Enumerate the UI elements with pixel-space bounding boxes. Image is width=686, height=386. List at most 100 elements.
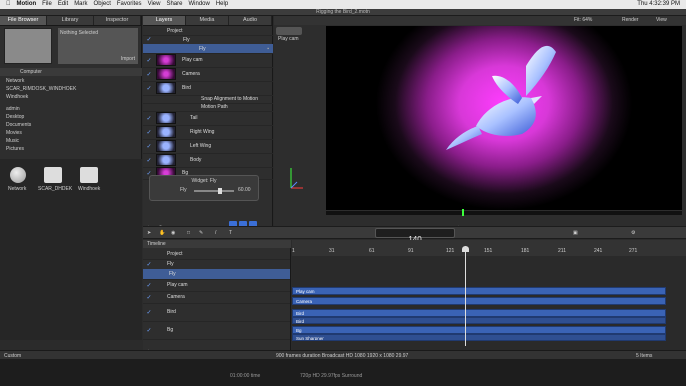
layer-row[interactable]: ✓ Body (143, 153, 273, 168)
canvas-viewport[interactable] (326, 26, 682, 210)
playhead[interactable] (465, 246, 466, 346)
source-item[interactable]: Network (6, 78, 24, 84)
text-tool-icon[interactable]: T (229, 230, 232, 236)
timeline-tracks[interactable]: 1 31 61 91 121 151 181 211 241 271 Play … (292, 240, 686, 350)
layer-thumbnail (156, 126, 176, 138)
tab-file-browser[interactable]: File Browser (0, 16, 47, 25)
ruler-tick: 211 (558, 248, 566, 254)
source-item[interactable]: Desktop (6, 114, 24, 120)
track-sub-bar[interactable]: Bird (292, 317, 666, 324)
checkbox-icon[interactable]: ✓ (145, 129, 153, 136)
camera-tool-icon[interactable]: ◉ (171, 230, 175, 236)
source-item[interactable]: Documents (6, 122, 31, 128)
widget-slider[interactable] (194, 190, 234, 192)
source-item[interactable]: Music (6, 138, 19, 144)
tab-layers[interactable]: Layers (143, 16, 186, 25)
checkbox-icon[interactable]: ✓ (145, 71, 153, 78)
menu-app[interactable]: Motion (17, 0, 37, 9)
mini-timeline[interactable] (326, 211, 682, 215)
checkbox-icon[interactable]: ✓ (145, 327, 153, 334)
timeline-row-label: Fly (169, 271, 176, 277)
path-bar: Computer (0, 68, 142, 76)
mini-playhead[interactable] (462, 209, 464, 216)
checkbox-icon[interactable]: ✓ (145, 36, 153, 43)
checkbox-icon[interactable]: ✓ (145, 261, 153, 268)
checkbox-icon[interactable]: ✓ (145, 143, 153, 150)
camera-select[interactable]: Play cam (276, 27, 302, 42)
view-menu[interactable]: View (656, 17, 667, 23)
layer-row[interactable]: ✓ Right Wing (143, 125, 273, 140)
layer-row[interactable]: ✓ Camera (143, 67, 273, 82)
layer-row[interactable]: ✓ Tail (143, 111, 273, 126)
menu-favorites[interactable]: Favorites (117, 0, 142, 9)
layer-row[interactable]: ✓ Bird (143, 81, 273, 96)
checkbox-icon[interactable]: ✓ (145, 294, 153, 301)
menu-file[interactable]: File (42, 0, 52, 9)
lock-icon[interactable]: ▪ (267, 46, 269, 52)
menu-object[interactable]: Object (94, 0, 111, 9)
network-icon[interactable] (10, 167, 26, 183)
menu-mark[interactable]: Mark (74, 0, 87, 9)
source-item[interactable]: Windhoek (6, 94, 28, 100)
track-bar[interactable]: Bg (292, 326, 666, 334)
tab-media[interactable]: Media (186, 16, 229, 25)
checkbox-icon[interactable]: ✓ (145, 282, 153, 289)
track-bar[interactable]: Play cam (292, 287, 666, 295)
checkbox-icon[interactable]: ✓ (145, 115, 153, 122)
drive-label: Network (8, 186, 27, 192)
track-bar[interactable]: Camera (292, 297, 666, 305)
zoom-level[interactable]: Fit: 64% (574, 17, 592, 23)
pan-tool-icon[interactable]: ✋ (159, 230, 165, 236)
tab-inspector[interactable]: Inspector (94, 16, 141, 25)
bird-graphic[interactable] (326, 26, 682, 210)
layer-row[interactable]: ✓ Left Wing (143, 139, 273, 154)
menu-share[interactable]: Share (166, 0, 182, 9)
menu-help[interactable]: Help (216, 0, 228, 9)
checkbox-icon[interactable]: ✓ (145, 157, 153, 164)
path-label[interactable]: Computer (20, 69, 42, 75)
left-tabs: File Browser Library Inspector (0, 16, 141, 26)
menu-window[interactable]: Window (188, 0, 209, 9)
source-item[interactable]: admin (6, 106, 20, 112)
layer-row[interactable]: ✓ Play cam (143, 53, 273, 68)
layer-thumbnail (156, 154, 176, 166)
tab-library[interactable]: Library (47, 16, 94, 25)
paint-tool-icon[interactable]: / (215, 230, 216, 236)
drive-icon[interactable] (44, 167, 62, 183)
checkbox-icon[interactable]: ✓ (145, 57, 153, 64)
widget-param-label: Fly (180, 187, 187, 193)
layer-label: Fly (183, 36, 190, 43)
track-sub-bar[interactable]: Sun Sharpner (292, 334, 666, 341)
timeline-row[interactable]: ✓ Bird (143, 303, 290, 322)
source-item[interactable]: SCAR_RIMDOSK_WINDHOEK (6, 86, 76, 92)
import-button[interactable]: Import (121, 56, 135, 62)
drive-label: Windhoek (78, 186, 101, 192)
shape-tool-icon[interactable]: □ (187, 230, 190, 236)
source-item[interactable]: Movies (6, 130, 22, 136)
timeline-ruler[interactable]: 1 31 61 91 121 151 181 211 241 271 (292, 240, 686, 256)
playhead-handle[interactable] (462, 246, 469, 252)
source-item[interactable]: Pictures (6, 146, 24, 152)
timeline-title: Timeline (147, 241, 166, 247)
layer-label: Project (167, 27, 183, 34)
widget-slider-handle[interactable] (218, 188, 222, 194)
apple-icon[interactable]:  (6, 0, 11, 9)
tab-audio[interactable]: Audio (229, 16, 272, 25)
menu-view[interactable]: View (148, 0, 161, 9)
track-bar[interactable]: Bird (292, 309, 666, 317)
pen-tool-icon[interactable]: ✎ (199, 230, 203, 236)
inspector-icon[interactable]: ⚙ (631, 230, 635, 236)
timeline-row[interactable]: ✓ Bg (143, 321, 290, 340)
layer-label: Bird (182, 85, 191, 91)
axis-gizmo[interactable] (288, 166, 304, 192)
select-tool-icon[interactable]: ➤ (147, 230, 151, 236)
checkbox-icon[interactable]: ✓ (145, 85, 153, 92)
widget-value[interactable]: 60.00 (238, 187, 251, 193)
menu-edit[interactable]: Edit (58, 0, 68, 9)
drive-icon[interactable] (80, 167, 98, 183)
timecode-display[interactable]: 140 (375, 228, 455, 244)
render-menu[interactable]: Render (622, 17, 638, 23)
library-icon[interactable]: ▣ (573, 230, 578, 236)
layer-label: Body (190, 157, 202, 163)
checkbox-icon[interactable]: ✓ (145, 309, 153, 316)
